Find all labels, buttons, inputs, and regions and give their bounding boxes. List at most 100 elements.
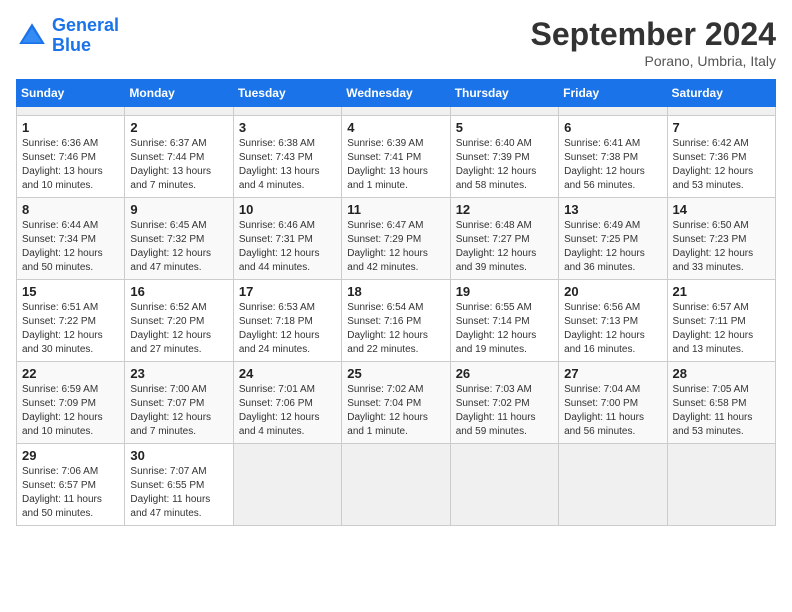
day-number: 1 bbox=[22, 120, 119, 135]
day-cell: 28 Sunrise: 7:05 AM Sunset: 6:58 PM Dayli… bbox=[667, 362, 775, 444]
day-number: 28 bbox=[673, 366, 770, 381]
day-number: 8 bbox=[22, 202, 119, 217]
day-number: 2 bbox=[130, 120, 227, 135]
day-number: 27 bbox=[564, 366, 661, 381]
day-info: Sunrise: 6:50 AM Sunset: 7:23 PM Dayligh… bbox=[673, 219, 770, 275]
day-cell bbox=[450, 444, 558, 526]
header-cell-friday: Friday bbox=[559, 80, 667, 107]
header-cell-thursday: Thursday bbox=[450, 80, 558, 107]
day-cell: 1Sunrise: 6:36 AM Sunset: 7:46 PM Daylig… bbox=[17, 116, 125, 198]
day-number: 12 bbox=[456, 202, 553, 217]
page-header: General Blue September 2024 Porano, Umbr… bbox=[16, 16, 776, 69]
day-number: 22 bbox=[22, 366, 119, 381]
day-info: Sunrise: 6:39 AM Sunset: 7:41 PM Dayligh… bbox=[347, 137, 444, 193]
day-number: 17 bbox=[239, 284, 336, 299]
day-cell bbox=[233, 444, 341, 526]
header-row: SundayMondayTuesdayWednesdayThursdayFrid… bbox=[17, 80, 776, 107]
header-cell-monday: Monday bbox=[125, 80, 233, 107]
week-row-2: 1Sunrise: 6:36 AM Sunset: 7:46 PM Daylig… bbox=[17, 116, 776, 198]
day-cell: 26 Sunrise: 7:03 AM Sunset: 7:02 PM Dayli… bbox=[450, 362, 558, 444]
day-info: Sunrise: 7:01 AM Sunset: 7:06 PM Dayligh… bbox=[239, 383, 336, 439]
day-info: Sunrise: 6:49 AM Sunset: 7:25 PM Dayligh… bbox=[564, 219, 661, 275]
day-info: Sunrise: 6:51 AM Sunset: 7:22 PM Dayligh… bbox=[22, 301, 119, 357]
day-info: Sunrise: 6:44 AM Sunset: 7:34 PM Dayligh… bbox=[22, 219, 119, 275]
day-cell: 20 Sunrise: 6:56 AM Sunset: 7:13 PM Dayli… bbox=[559, 280, 667, 362]
week-row-6: 29Sunrise: 7:06 AM Sunset: 6:57 PM Dayli… bbox=[17, 444, 776, 526]
day-info: Sunrise: 6:40 AM Sunset: 7:39 PM Dayligh… bbox=[456, 137, 553, 193]
day-info: Sunrise: 6:46 AM Sunset: 7:31 PM Dayligh… bbox=[239, 219, 336, 275]
day-number: 10 bbox=[239, 202, 336, 217]
day-cell: 8 Sunrise: 6:44 AM Sunset: 7:34 PM Daylig… bbox=[17, 198, 125, 280]
week-row-5: 22 Sunrise: 6:59 AM Sunset: 7:09 PM Dayli… bbox=[17, 362, 776, 444]
logo-text: General Blue bbox=[52, 16, 119, 56]
week-row-3: 8 Sunrise: 6:44 AM Sunset: 7:34 PM Daylig… bbox=[17, 198, 776, 280]
day-info: Sunrise: 6:57 AM Sunset: 7:11 PM Dayligh… bbox=[673, 301, 770, 357]
day-number: 26 bbox=[456, 366, 553, 381]
day-cell: 30Sunrise: 7:07 AM Sunset: 6:55 PM Dayli… bbox=[125, 444, 233, 526]
day-number: 14 bbox=[673, 202, 770, 217]
day-info: Sunrise: 7:05 AM Sunset: 6:58 PM Dayligh… bbox=[673, 383, 770, 439]
day-number: 3 bbox=[239, 120, 336, 135]
day-cell: 22 Sunrise: 6:59 AM Sunset: 7:09 PM Dayli… bbox=[17, 362, 125, 444]
day-info: Sunrise: 6:38 AM Sunset: 7:43 PM Dayligh… bbox=[239, 137, 336, 193]
day-info: Sunrise: 6:47 AM Sunset: 7:29 PM Dayligh… bbox=[347, 219, 444, 275]
week-row-1 bbox=[17, 107, 776, 116]
day-cell: 13 Sunrise: 6:49 AM Sunset: 7:25 PM Dayli… bbox=[559, 198, 667, 280]
day-number: 30 bbox=[130, 448, 227, 463]
day-number: 11 bbox=[347, 202, 444, 217]
day-info: Sunrise: 6:53 AM Sunset: 7:18 PM Dayligh… bbox=[239, 301, 336, 357]
location-subtitle: Porano, Umbria, Italy bbox=[531, 53, 776, 69]
day-cell bbox=[342, 107, 450, 116]
day-info: Sunrise: 6:55 AM Sunset: 7:14 PM Dayligh… bbox=[456, 301, 553, 357]
day-info: Sunrise: 7:00 AM Sunset: 7:07 PM Dayligh… bbox=[130, 383, 227, 439]
calendar-table: SundayMondayTuesdayWednesdayThursdayFrid… bbox=[16, 79, 776, 526]
day-number: 4 bbox=[347, 120, 444, 135]
day-cell: 2 Sunrise: 6:37 AM Sunset: 7:44 PM Daylig… bbox=[125, 116, 233, 198]
day-number: 5 bbox=[456, 120, 553, 135]
day-info: Sunrise: 7:02 AM Sunset: 7:04 PM Dayligh… bbox=[347, 383, 444, 439]
day-info: Sunrise: 7:06 AM Sunset: 6:57 PM Dayligh… bbox=[22, 465, 119, 521]
day-cell: 16Sunrise: 6:52 AM Sunset: 7:20 PM Dayli… bbox=[125, 280, 233, 362]
header-cell-saturday: Saturday bbox=[667, 80, 775, 107]
day-cell: 27Sunrise: 7:04 AM Sunset: 7:00 PM Dayli… bbox=[559, 362, 667, 444]
month-title: September 2024 bbox=[531, 16, 776, 53]
day-number: 25 bbox=[347, 366, 444, 381]
title-block: September 2024 Porano, Umbria, Italy bbox=[531, 16, 776, 69]
day-cell: 4 Sunrise: 6:39 AM Sunset: 7:41 PM Daylig… bbox=[342, 116, 450, 198]
day-cell bbox=[559, 444, 667, 526]
day-info: Sunrise: 7:03 AM Sunset: 7:02 PM Dayligh… bbox=[456, 383, 553, 439]
day-cell: 12Sunrise: 6:48 AM Sunset: 7:27 PM Dayli… bbox=[450, 198, 558, 280]
day-cell: 11 Sunrise: 6:47 AM Sunset: 7:29 PM Dayli… bbox=[342, 198, 450, 280]
day-cell: 29Sunrise: 7:06 AM Sunset: 6:57 PM Dayli… bbox=[17, 444, 125, 526]
day-cell bbox=[667, 107, 775, 116]
logo-icon bbox=[16, 20, 48, 52]
day-cell: 25 Sunrise: 7:02 AM Sunset: 7:04 PM Dayli… bbox=[342, 362, 450, 444]
day-cell: 9Sunrise: 6:45 AM Sunset: 7:32 PM Daylig… bbox=[125, 198, 233, 280]
logo: General Blue bbox=[16, 16, 119, 56]
header-cell-sunday: Sunday bbox=[17, 80, 125, 107]
day-number: 13 bbox=[564, 202, 661, 217]
day-cell: 21Sunrise: 6:57 AM Sunset: 7:11 PM Dayli… bbox=[667, 280, 775, 362]
day-info: Sunrise: 6:37 AM Sunset: 7:44 PM Dayligh… bbox=[130, 137, 227, 193]
day-cell bbox=[450, 107, 558, 116]
day-cell bbox=[233, 107, 341, 116]
day-cell bbox=[342, 444, 450, 526]
day-cell: 18Sunrise: 6:54 AM Sunset: 7:16 PM Dayli… bbox=[342, 280, 450, 362]
day-info: Sunrise: 6:52 AM Sunset: 7:20 PM Dayligh… bbox=[130, 301, 227, 357]
day-info: Sunrise: 6:56 AM Sunset: 7:13 PM Dayligh… bbox=[564, 301, 661, 357]
day-number: 6 bbox=[564, 120, 661, 135]
day-cell: 23Sunrise: 7:00 AM Sunset: 7:07 PM Dayli… bbox=[125, 362, 233, 444]
day-cell: 7 Sunrise: 6:42 AM Sunset: 7:36 PM Daylig… bbox=[667, 116, 775, 198]
header-cell-tuesday: Tuesday bbox=[233, 80, 341, 107]
calendar-header: SundayMondayTuesdayWednesdayThursdayFrid… bbox=[17, 80, 776, 107]
day-number: 7 bbox=[673, 120, 770, 135]
day-cell: 6Sunrise: 6:41 AM Sunset: 7:38 PM Daylig… bbox=[559, 116, 667, 198]
day-info: Sunrise: 6:42 AM Sunset: 7:36 PM Dayligh… bbox=[673, 137, 770, 193]
logo-line2: Blue bbox=[52, 35, 91, 55]
day-cell bbox=[17, 107, 125, 116]
header-cell-wednesday: Wednesday bbox=[342, 80, 450, 107]
day-number: 20 bbox=[564, 284, 661, 299]
day-info: Sunrise: 6:59 AM Sunset: 7:09 PM Dayligh… bbox=[22, 383, 119, 439]
day-number: 9 bbox=[130, 202, 227, 217]
day-number: 24 bbox=[239, 366, 336, 381]
